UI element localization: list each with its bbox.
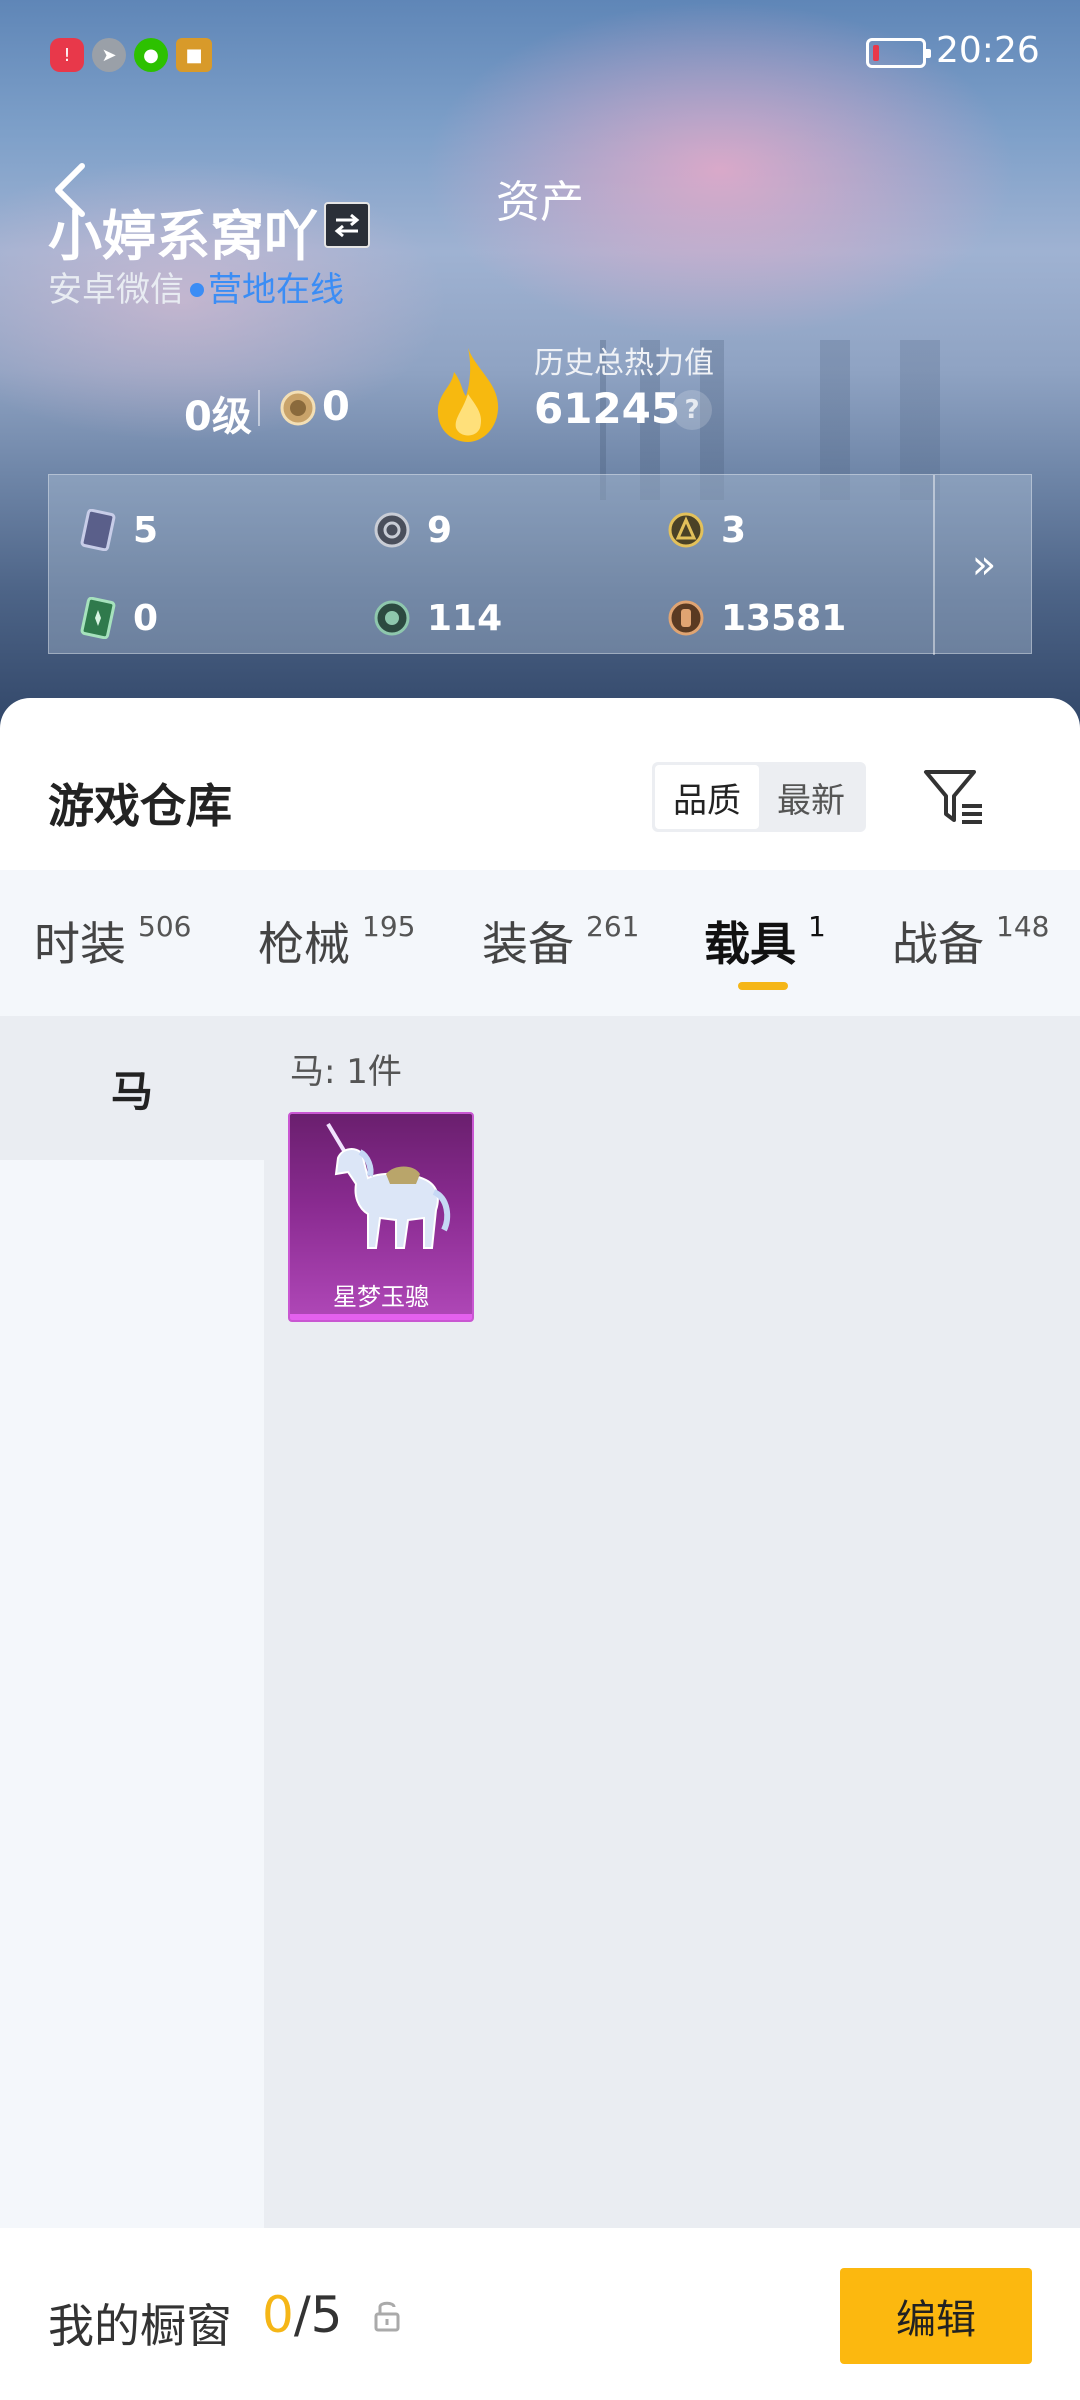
category-tabs: 时装 506 枪械 195 装备 261 载具 1 战备 148 — [0, 870, 1080, 1016]
content-area: 马 马: 1件 星梦玉骢 — [0, 1016, 1080, 2400]
category-count: 马: 1件 — [290, 1052, 402, 1092]
resource-item: 3 — [667, 505, 746, 555]
lock-icon — [374, 2301, 400, 2332]
tab-weapons[interactable]: 枪械 195 — [258, 908, 415, 974]
ticket-icon — [80, 597, 116, 639]
resource-item: 13581 — [667, 593, 846, 643]
hero-background: ! ➤ ● ■ 20:26 资产 小婷系窝吖 安卓微信 营地在线 0级 0 历史总… — [0, 0, 1080, 740]
heat-value: 61245 — [534, 384, 681, 433]
resource-item: 9 — [373, 505, 452, 555]
rarity-bar — [290, 1314, 472, 1320]
edit-button[interactable]: 编辑 — [840, 2268, 1032, 2364]
sort-quality-button[interactable]: 品质 — [655, 765, 759, 829]
help-icon[interactable]: ? — [672, 390, 712, 430]
flame-icon — [437, 348, 499, 442]
coin-silver-icon — [374, 512, 410, 548]
item-name: 星梦玉骢 — [333, 1283, 429, 1311]
warehouse-sheet: 游戏仓库 品质 最新 时装 506 枪械 195 装备 261 载具 1 战备 … — [0, 698, 1080, 2400]
bottom-bar: 我的橱窗 0/5 编辑 — [0, 2230, 1080, 2400]
sort-latest-button[interactable]: 最新 — [759, 765, 863, 829]
level-text: 0级 — [184, 394, 252, 440]
tab-vehicles[interactable]: 载具 1 — [704, 908, 826, 974]
filter-icon[interactable] — [920, 764, 986, 830]
side-nav: 马 — [0, 1016, 264, 2228]
online-dot-icon — [190, 282, 204, 297]
platform-text: 安卓微信 — [48, 270, 184, 310]
wechat-icon: ● — [134, 38, 168, 72]
medal-icon — [280, 390, 316, 426]
coin-gold-icon — [668, 512, 704, 548]
battery-icon — [866, 38, 931, 68]
medal-count: 0 — [322, 384, 350, 430]
resource-item: 0 — [79, 593, 158, 643]
resources-more-button[interactable]: » — [935, 475, 1033, 655]
coin-bronze-icon — [668, 600, 704, 636]
status-time: 20:26 — [936, 30, 1040, 71]
active-tab-indicator — [738, 982, 788, 990]
username: 小婷系窝吖 — [48, 205, 318, 268]
showcase-count: 0/5 — [262, 2286, 343, 2344]
status-bar: ! ➤ ● ■ 20:26 — [0, 0, 1080, 110]
game-app-icon: ■ — [176, 38, 212, 72]
coin-green-icon — [374, 600, 410, 636]
tab-equipment[interactable]: 装备 261 — [482, 908, 639, 974]
account-info: 安卓微信 营地在线 — [48, 262, 344, 311]
tab-fashion[interactable]: 时装 506 — [34, 908, 191, 974]
card-icon — [80, 509, 116, 551]
online-status: 营地在线 — [208, 270, 344, 310]
heat-label: 历史总热力值 — [534, 346, 714, 381]
tab-combat-gear[interactable]: 战备 148 — [892, 908, 1049, 974]
notification-alert-icon: ! — [50, 38, 84, 72]
paper-plane-icon: ➤ — [92, 38, 126, 72]
showcase-label: 我的橱窗 — [48, 2299, 232, 2353]
unicorn-icon — [326, 1122, 451, 1249]
resource-item: 5 — [79, 505, 158, 555]
section-title: 游戏仓库 — [48, 779, 232, 833]
resource-item: 114 — [373, 593, 502, 643]
side-nav-item-horse[interactable]: 马 — [0, 1016, 264, 1160]
item-card[interactable]: 星梦玉骢 — [288, 1112, 474, 1322]
divider — [258, 390, 260, 426]
sort-toggle: 品质 最新 — [652, 762, 866, 832]
switch-account-icon[interactable] — [324, 202, 370, 248]
resources-panel: 5 9 3 0 114 13581 » — [48, 474, 1033, 655]
